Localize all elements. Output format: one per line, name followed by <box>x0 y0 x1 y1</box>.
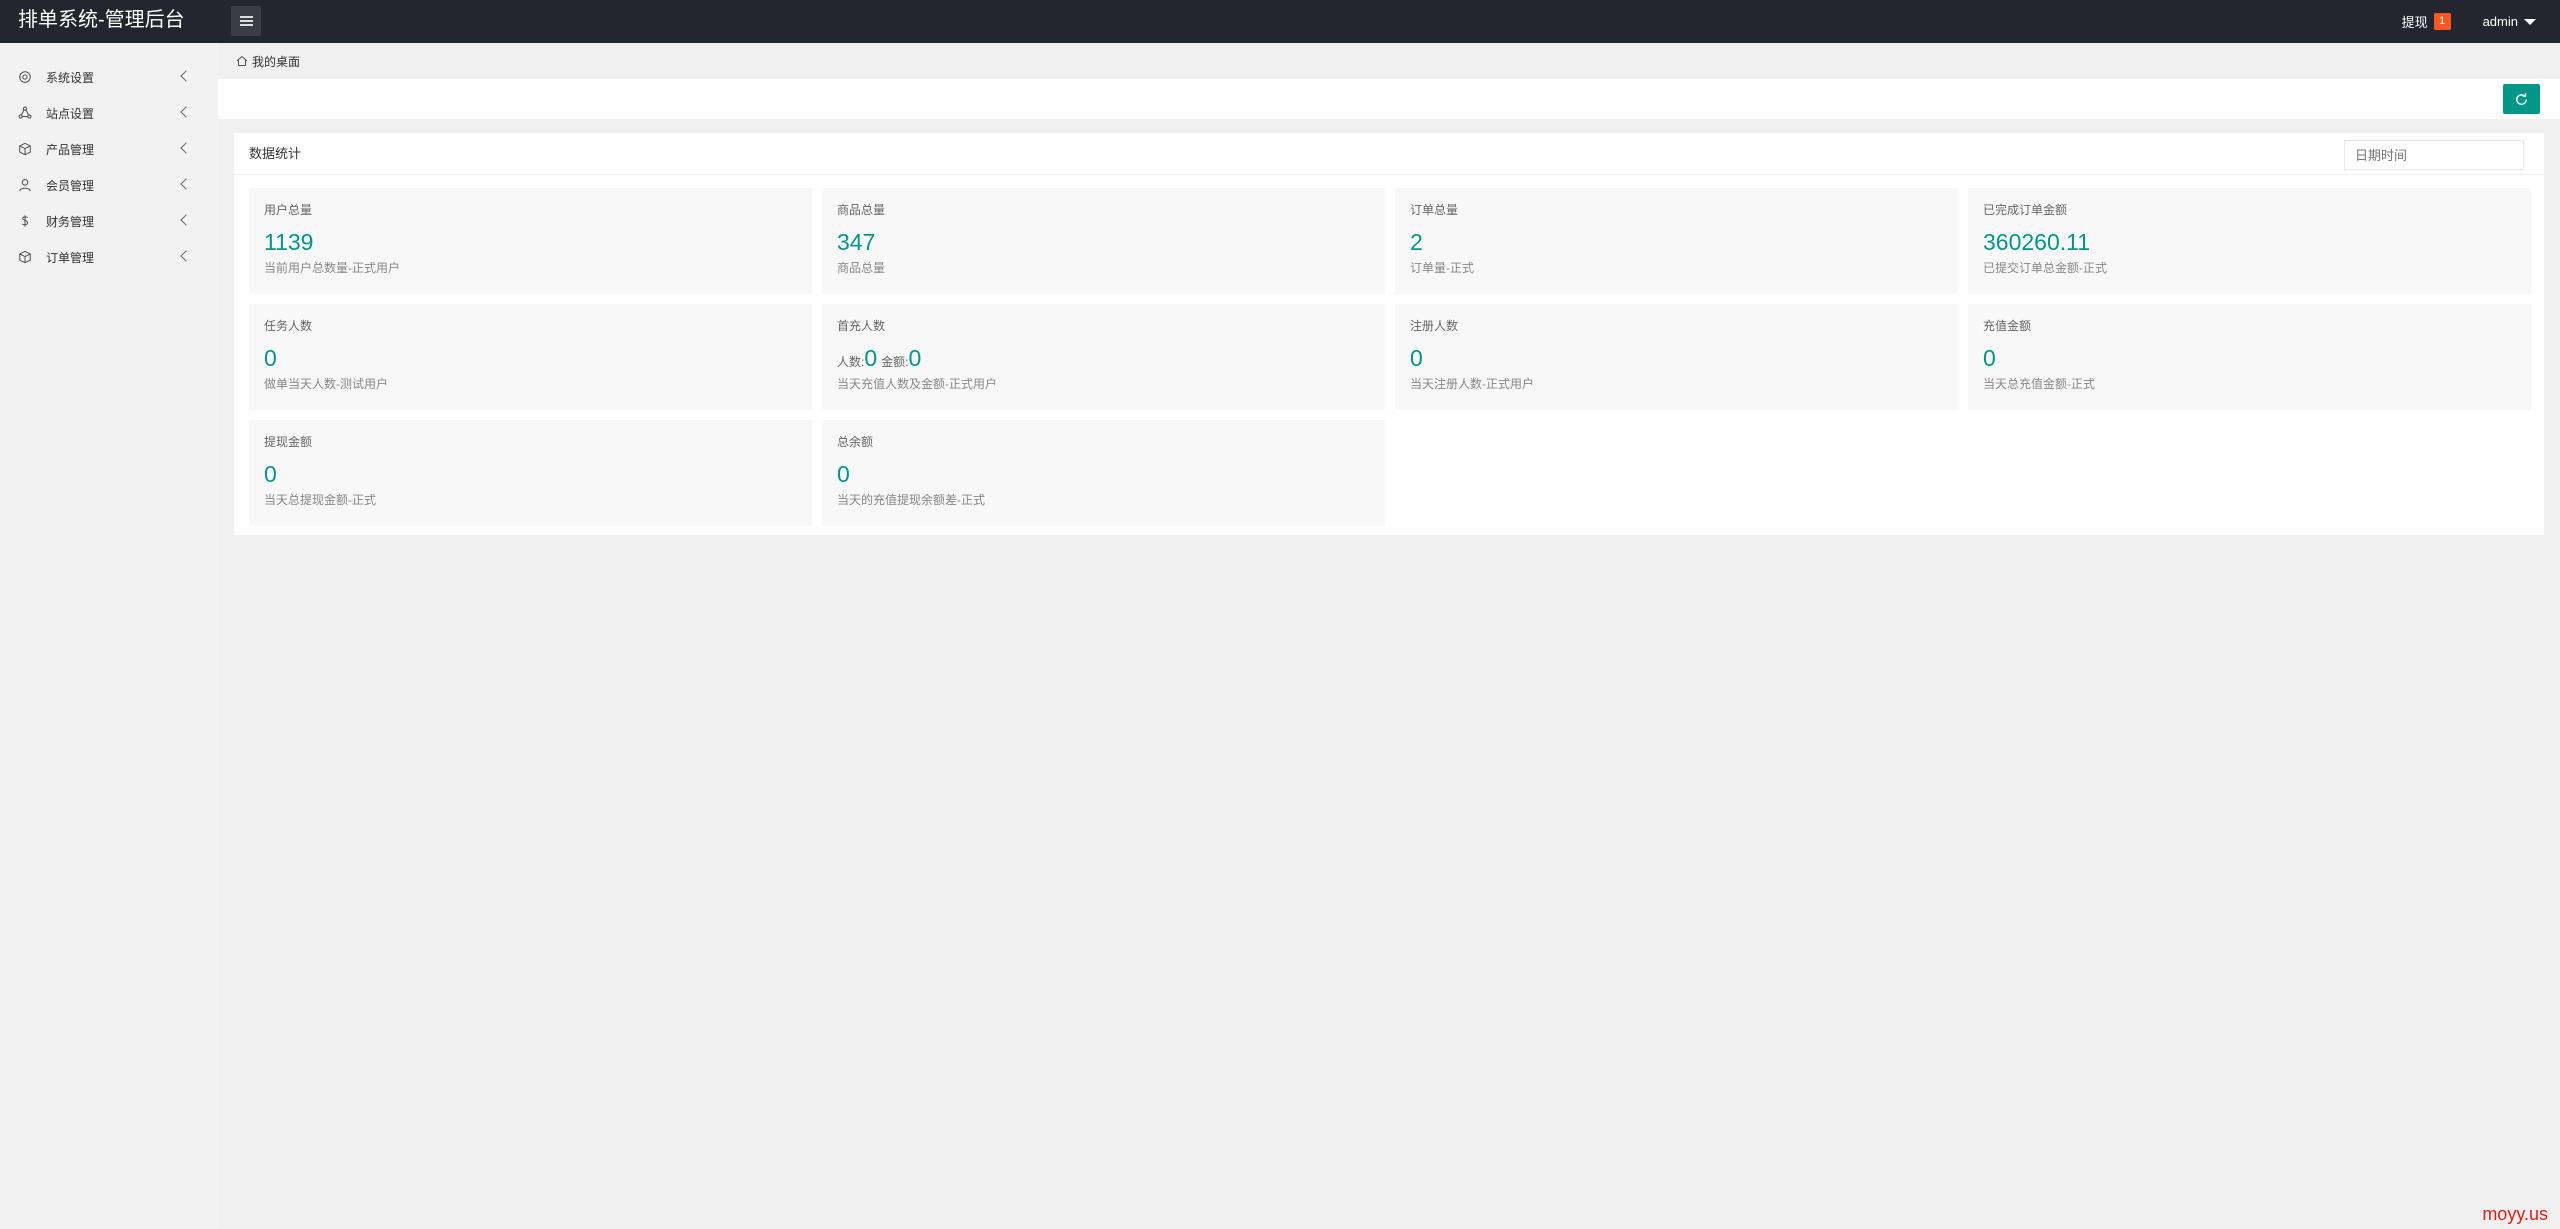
stat-desc: 商品总量 <box>837 261 886 275</box>
stat-value: 0 <box>264 461 277 487</box>
sidebar-item-label: 系统设置 <box>46 70 95 85</box>
stat-value: 0 <box>837 461 850 487</box>
stat-recharge-amount: 充值金额 0 当天总充值金额-正式 <box>1968 304 2531 410</box>
user-name: admin <box>2482 14 2518 29</box>
stat-value: 0 <box>1983 345 1996 371</box>
chevron-left-icon <box>180 178 192 190</box>
stat-value: 1139 <box>264 229 314 255</box>
date-time-input[interactable] <box>2344 140 2524 170</box>
watermark: moyy.us <box>2482 1204 2548 1224</box>
sidebar-item-system-settings[interactable]: 系统设置 <box>0 59 218 95</box>
stat-label: 订单总量 <box>1410 203 1459 217</box>
stat-desc: 当天的充值提现余额差-正式 <box>837 493 985 507</box>
sidebar-item-label: 会员管理 <box>46 178 95 193</box>
sidebar-item-label: 财务管理 <box>46 214 95 229</box>
sidebar-item-label: 订单管理 <box>46 250 95 265</box>
stat-task-users: 任务人数 0 做单当天人数-测试用户 <box>249 304 812 410</box>
count-value: 0 <box>864 345 878 371</box>
stat-label: 充值金额 <box>1983 319 2032 333</box>
amount-value: 0 <box>908 345 922 371</box>
breadcrumb-home[interactable]: 我的桌面 <box>252 53 300 70</box>
stat-label: 提现金额 <box>264 435 313 449</box>
refresh-button[interactable] <box>2503 84 2540 114</box>
sidebar-item-finance-management[interactable]: 财务管理 <box>0 203 218 239</box>
sidebar-item-label: 产品管理 <box>46 142 95 157</box>
stat-withdraw-amount: 提现金额 0 当天总提现金额-正式 <box>249 420 812 526</box>
stat-value: 2 <box>1410 229 1423 255</box>
stat-desc: 订单量-正式 <box>1410 261 1474 275</box>
settings-icon <box>18 70 32 84</box>
stat-desc: 当天总提现金额-正式 <box>264 493 376 507</box>
menu-toggle-button[interactable] <box>231 6 261 36</box>
breadcrumb: 我的桌面 <box>218 43 2560 79</box>
sidebar: 系统设置 站点设置 产品管理 会员管理 财务管理 订单管理 <box>0 43 218 1229</box>
sidebar-item-site-settings[interactable]: 站点设置 <box>0 95 218 131</box>
stat-desc: 当前用户总数量-正式用户 <box>264 261 400 275</box>
sidebar-item-order-management[interactable]: 订单管理 <box>0 239 218 275</box>
sidebar-item-label: 站点设置 <box>46 106 95 121</box>
stat-label: 任务人数 <box>264 319 313 333</box>
chevron-left-icon <box>180 106 192 118</box>
stat-value: 347 <box>837 229 876 255</box>
app-title: 排单系统-管理后台 <box>18 9 185 31</box>
sidebar-item-product-management[interactable]: 产品管理 <box>0 131 218 167</box>
user-menu[interactable]: admin <box>2483 14 2536 29</box>
stat-registered-users: 注册人数 0 当天注册人数-正式用户 <box>1395 304 1958 410</box>
stat-label: 首充人数 <box>837 319 886 333</box>
sidebar-item-member-management[interactable]: 会员管理 <box>0 167 218 203</box>
chevron-left-icon <box>180 214 192 226</box>
stats-card-header: 数据统计 <box>234 133 2544 175</box>
order-icon <box>18 250 32 264</box>
chevron-left-icon <box>180 142 192 154</box>
stat-desc: 当天注册人数-正式用户 <box>1410 377 1534 391</box>
stat-product-total: 商品总量 347 商品总量 <box>822 188 1385 294</box>
hamburger-icon <box>240 16 253 18</box>
top-header: 排单系统-管理后台 提现 1 admin <box>0 0 2560 43</box>
amount-prefix: 金额: <box>881 355 909 369</box>
toolbar <box>218 79 2560 119</box>
user-icon <box>18 178 32 192</box>
stat-value-split: 人数:0 金额:0 <box>837 343 1370 374</box>
withdraw-link[interactable]: 提现 1 <box>2402 12 2451 31</box>
main-content: 我的桌面 数据统计 用户总量 1139 当前用户总数量-正式用户 商品总量 34… <box>218 43 2560 1229</box>
header-right: 提现 1 admin <box>2402 0 2536 43</box>
product-icon <box>18 142 32 156</box>
dollar-icon <box>18 214 32 228</box>
chevron-left-icon <box>180 70 192 82</box>
chevron-left-icon <box>180 250 192 262</box>
stats-card-title: 数据统计 <box>249 146 302 161</box>
refresh-icon <box>2516 92 2527 105</box>
stat-desc: 已提交订单总金额-正式 <box>1983 261 2107 275</box>
stat-value: 0 <box>264 345 277 371</box>
stat-label: 已完成订单金额 <box>1983 203 2068 217</box>
stat-desc: 当天总充值金额-正式 <box>1983 377 2095 391</box>
site-icon <box>18 106 32 120</box>
count-prefix: 人数: <box>837 355 865 369</box>
withdraw-label: 提现 <box>2401 15 2428 30</box>
stat-label: 商品总量 <box>837 203 886 217</box>
stat-total-balance: 总余额 0 当天的充值提现余额差-正式 <box>822 420 1385 526</box>
stat-desc: 做单当天人数-测试用户 <box>264 377 388 391</box>
stat-value: 360260.11 <box>1983 229 2091 255</box>
stats-grid: 用户总量 1139 当前用户总数量-正式用户 商品总量 347 商品总量 订单总… <box>249 188 2531 526</box>
home-icon <box>236 55 248 67</box>
stat-completed-order-amount: 已完成订单金额 360260.11 已提交订单总金额-正式 <box>1968 188 2531 294</box>
stat-label: 注册人数 <box>1410 319 1459 333</box>
stat-order-total: 订单总量 2 订单量-正式 <box>1395 188 1958 294</box>
stat-label: 用户总量 <box>264 203 313 217</box>
stat-user-total: 用户总量 1139 当前用户总数量-正式用户 <box>249 188 812 294</box>
stat-desc: 当天充值人数及金额-正式用户 <box>837 377 997 391</box>
stats-card: 数据统计 用户总量 1139 当前用户总数量-正式用户 商品总量 347 商品总… <box>234 133 2544 535</box>
caret-down-icon <box>2524 18 2536 25</box>
withdraw-badge: 1 <box>2433 13 2451 30</box>
stat-value: 0 <box>1410 345 1423 371</box>
stat-first-recharge: 首充人数 人数:0 金额:0 当天充值人数及金额-正式用户 <box>822 304 1385 410</box>
stat-label: 总余额 <box>837 435 874 449</box>
